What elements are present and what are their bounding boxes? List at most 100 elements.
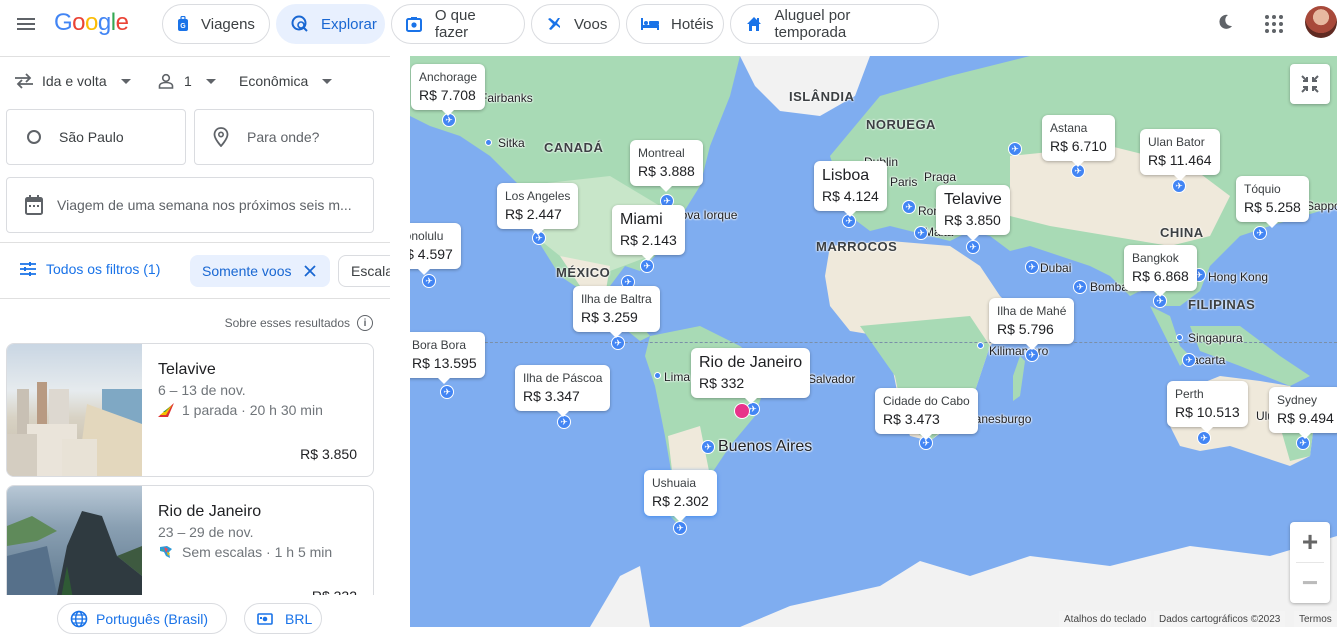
airport-pin[interactable]: ✈ bbox=[1025, 348, 1039, 362]
exit-fullscreen-button[interactable] bbox=[1290, 64, 1330, 104]
destination-bubble-bora-bora[interactable]: Bora Bora R$ 13.595 bbox=[410, 332, 485, 384]
tab-voos[interactable]: Voos bbox=[531, 4, 620, 44]
tab-o-que-fazer[interactable]: O que fazer bbox=[391, 4, 525, 44]
destination-bubble-los-angeles[interactable]: Los Angeles R$ 2.447 bbox=[497, 183, 579, 235]
destination-bubble-bangkok[interactable]: Bangkok R$ 6.868 bbox=[1124, 245, 1197, 297]
destination-bubble-montreal[interactable]: Montreal R$ 3.888 bbox=[630, 140, 703, 192]
airport-pin[interactable]: ✈ bbox=[902, 200, 916, 214]
destination-bubble-honolulu[interactable]: Honolulu R$ 4.597 bbox=[410, 223, 461, 275]
airport-pin[interactable]: ✈ bbox=[1197, 431, 1211, 445]
origin-marker[interactable] bbox=[734, 403, 750, 419]
destination-name: Lisboa bbox=[822, 167, 870, 184]
only-flights-chip[interactable]: Somente voos bbox=[190, 255, 330, 287]
close-icon[interactable] bbox=[303, 265, 316, 277]
destination-name: Ilha de Baltra bbox=[581, 292, 652, 306]
apps-grid-icon[interactable] bbox=[1265, 15, 1283, 38]
airport-pin[interactable]: ✈ bbox=[914, 226, 928, 240]
keyboard-shortcuts-link[interactable]: Atalhos do teclado bbox=[1059, 611, 1152, 627]
destination-price: R$ 6.710 bbox=[1050, 138, 1107, 154]
zoom-in-button[interactable]: + bbox=[1290, 522, 1330, 562]
tab-hoteis[interactable]: Hotéis bbox=[626, 4, 724, 44]
destination-name: Tóquio bbox=[1244, 182, 1281, 196]
airport-pin[interactable]: ✈ bbox=[1253, 226, 1267, 240]
airport-pin[interactable]: ✈ bbox=[422, 274, 436, 288]
airport-pin[interactable]: ✈ bbox=[673, 521, 687, 535]
destination-price: R$ 4.597 bbox=[410, 246, 453, 262]
region-label: CANADÁ bbox=[544, 140, 604, 155]
destination-name: Cidade do Cabo bbox=[883, 394, 970, 408]
tab-viagens[interactable]: G Viagens bbox=[162, 4, 270, 44]
origin-field[interactable]: São Paulo bbox=[6, 109, 186, 165]
chevron-down-icon bbox=[322, 78, 333, 84]
destination-bubble-anchorage[interactable]: Anchorage R$ 7.708 bbox=[411, 64, 486, 116]
menu-icon[interactable] bbox=[14, 12, 38, 36]
dates-field[interactable]: Viagem de uma semana nos próximos seis m… bbox=[6, 177, 374, 233]
destination-bubble-miami[interactable]: Miami R$ 2.143 bbox=[612, 205, 685, 261]
destination-bubble-ilha-de-baltra[interactable]: Ilha de Baltra R$ 3.259 bbox=[573, 286, 660, 338]
passengers-select[interactable]: 1 bbox=[158, 73, 216, 89]
airport-pin[interactable]: ✈ bbox=[440, 385, 454, 399]
destination-price: R$ 3.850 bbox=[944, 212, 1001, 228]
google-logo[interactable]: Google bbox=[54, 9, 129, 37]
currency-button[interactable]: BRL bbox=[244, 603, 322, 634]
destination-bubble-perth[interactable]: Perth R$ 10.513 bbox=[1167, 381, 1248, 433]
destination-bubble-ilha-de-mahe[interactable]: Ilha de Mahé R$ 5.796 bbox=[989, 298, 1075, 350]
terms-link[interactable]: Termos bbox=[1294, 611, 1337, 627]
destination-bubble-telavive[interactable]: Telavive R$ 3.850 bbox=[936, 185, 1010, 241]
destination-bubble-astana[interactable]: Astana R$ 6.710 bbox=[1042, 115, 1115, 167]
destination-bubble-cidade-do-cabo[interactable]: Cidade do Cabo R$ 3.473 bbox=[875, 388, 978, 440]
user-avatar[interactable] bbox=[1305, 6, 1337, 38]
destination-price: R$ 3.473 bbox=[883, 411, 940, 427]
stops-filter-chip[interactable]: Escala bbox=[338, 255, 390, 287]
destination-field[interactable]: Para onde? bbox=[194, 109, 374, 165]
city-label: Kilimanjaro bbox=[989, 344, 1049, 358]
airport-pin[interactable]: ✈ bbox=[557, 415, 571, 429]
tab-explorar[interactable]: Explorar bbox=[276, 4, 385, 44]
all-filters-button[interactable]: Todos os filtros (1) bbox=[20, 261, 160, 277]
dark-mode-icon[interactable] bbox=[1216, 13, 1234, 36]
destination-bubble-toquio[interactable]: Tóquio R$ 5.258 bbox=[1236, 176, 1309, 228]
airport-pin[interactable]: ✈ bbox=[1172, 179, 1186, 193]
calendar-icon bbox=[25, 195, 43, 215]
airport-pin[interactable]: ✈ bbox=[1073, 280, 1087, 294]
destination-price: R$ 13.595 bbox=[412, 355, 477, 371]
airport-pin[interactable]: ✈ bbox=[966, 240, 980, 254]
destination-price: R$ 5.796 bbox=[997, 321, 1054, 337]
airport-pin[interactable]: ✈ bbox=[701, 440, 715, 454]
house-icon bbox=[745, 15, 763, 33]
trip-type-select[interactable]: Ida e volta bbox=[14, 73, 131, 89]
about-results[interactable]: Sobre esses resultados i bbox=[225, 315, 373, 331]
explore-map[interactable]: ISLÂNDIA NORUEGA CANADÁ MÉXICO MARROCOS … bbox=[410, 56, 1337, 627]
destination-name: Miami bbox=[620, 211, 663, 228]
search-panel: Ida e volta 1 Econômica São Paulo Para o… bbox=[0, 56, 390, 641]
language-button[interactable]: Português (Brasil) bbox=[57, 603, 227, 634]
tab-aluguel-por-temporada[interactable]: Aluguel por temporada bbox=[730, 4, 939, 44]
city-label: Sitka bbox=[498, 136, 525, 150]
destination-name: Perth bbox=[1175, 387, 1204, 401]
region-label: FILIPINAS bbox=[1188, 297, 1256, 312]
zoom-out-button[interactable]: − bbox=[1290, 563, 1330, 603]
airport-pin[interactable]: ✈ bbox=[1025, 260, 1039, 274]
destination-name: Ulan Bator bbox=[1148, 135, 1205, 149]
airport-pin[interactable]: ✈ bbox=[1008, 142, 1022, 156]
destination-bubble-ulan-bator[interactable]: Ulan Bator R$ 11.464 bbox=[1140, 129, 1220, 181]
destination-bubble-rio-de-janeiro[interactable]: Rio de Janeiro R$ 332 bbox=[691, 348, 811, 404]
currency-icon bbox=[257, 612, 273, 626]
collapse-icon bbox=[1301, 75, 1319, 93]
luggage-icon: G bbox=[177, 15, 189, 33]
airport-pin[interactable]: ✈ bbox=[611, 336, 625, 350]
city-label: Dubai bbox=[1040, 261, 1072, 275]
airport-pin[interactable]: ✈ bbox=[640, 259, 654, 273]
destination-bubble-ilha-de-pascoa[interactable]: Ilha de Páscoa R$ 3.347 bbox=[515, 365, 611, 417]
city-label: Praga bbox=[924, 170, 957, 184]
result-card[interactable]: Telavive 6 – 13 de nov. 1 parada · 20 h … bbox=[6, 343, 374, 477]
cabin-class-select[interactable]: Econômica bbox=[239, 73, 333, 89]
tune-icon bbox=[20, 262, 36, 276]
destination-name: Bora Bora bbox=[412, 338, 467, 352]
destination-price: R$ 9.494 bbox=[1277, 410, 1334, 426]
destination-name: Astana bbox=[1050, 121, 1088, 135]
airport-pin[interactable]: ✈ bbox=[1182, 353, 1196, 367]
destination-bubble-ushuaia[interactable]: Ushuaia R$ 2.302 bbox=[644, 470, 717, 522]
destination-bubble-lisboa[interactable]: Lisboa R$ 4.124 bbox=[814, 161, 887, 217]
destination-bubble-sydney[interactable]: Sydney R$ 9.494 bbox=[1269, 387, 1337, 439]
